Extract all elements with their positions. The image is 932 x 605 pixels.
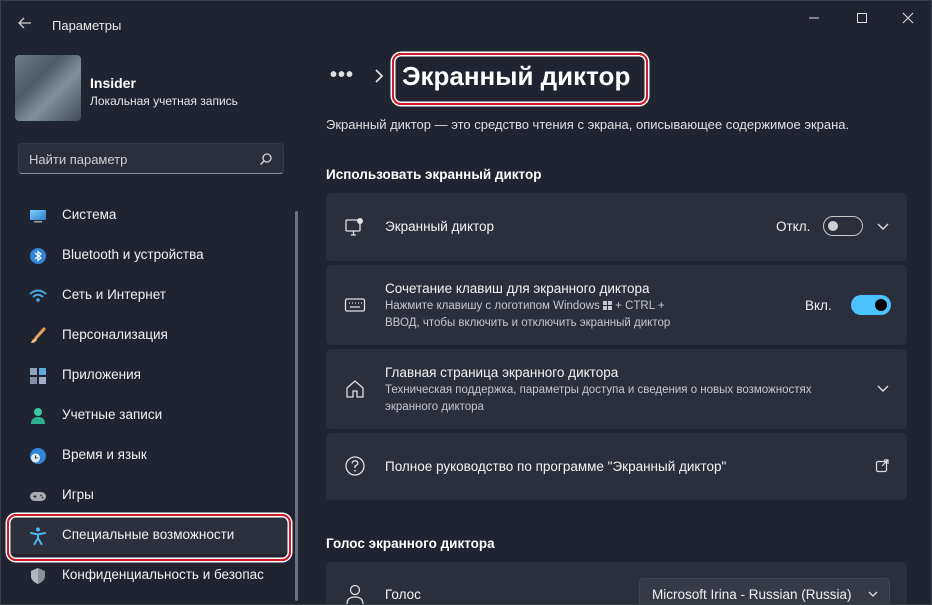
minimize-icon	[809, 17, 819, 19]
narrator-home-title: Главная страница экранного диктора	[385, 365, 619, 380]
display-icon	[30, 210, 46, 223]
toggle-knob	[828, 221, 838, 231]
title-bar: Параметры	[1, 1, 931, 41]
sidebar-item-label: Приложения	[62, 367, 141, 382]
sidebar-item-personalization[interactable]: Персонализация	[7, 316, 291, 354]
annotation-highlight-title	[392, 53, 648, 105]
section-heading-narrator-voice: Голос экранного диктора	[326, 536, 495, 551]
shield-icon	[31, 568, 45, 584]
user-name: Insider	[90, 75, 136, 91]
gamepad-icon	[30, 492, 46, 501]
close-button[interactable]	[885, 1, 931, 35]
account-type: Локальная учетная запись	[90, 94, 238, 108]
narrator-home-card[interactable]: Главная страница экранного диктора Техни…	[326, 349, 907, 429]
brush-icon	[31, 327, 46, 343]
maximize-button[interactable]	[839, 1, 885, 35]
narrator-toggle[interactable]	[823, 216, 863, 236]
sidebar-item-network[interactable]: Сеть и Интернет	[7, 276, 291, 314]
settings-window: Параметры Insider Локальная учетная запи…	[0, 0, 932, 605]
search-input[interactable]	[29, 144, 249, 174]
app-title: Параметры	[52, 18, 122, 33]
sidebar-item-label: Система	[62, 207, 117, 222]
apps-icon	[30, 368, 46, 384]
sidebar-scrollbar[interactable]	[295, 211, 298, 601]
search-icon	[260, 153, 272, 165]
chevron-down-icon[interactable]	[876, 222, 890, 232]
person-icon	[31, 408, 45, 424]
section-heading-use-narrator: Использовать экранный диктор	[326, 167, 542, 182]
close-icon	[902, 12, 914, 24]
minimize-button[interactable]	[791, 1, 837, 35]
sidebar-item-apps[interactable]: Приложения	[7, 356, 291, 394]
narrator-home-subtitle-line1: Техническая поддержка, параметры доступа…	[385, 384, 812, 396]
keyboard-icon	[344, 298, 366, 312]
voice-select[interactable]: Microsoft Irina - Russian (Russia)	[639, 578, 890, 604]
sidebar-item-gaming[interactable]: Игры	[7, 476, 291, 514]
shortcut-state: Вкл.	[805, 298, 832, 313]
shortcut-subtitle-line1-end: + CTRL +	[615, 300, 665, 312]
narrator-home-subtitle-line2: экранного диктора	[385, 401, 484, 413]
narrator-guide-card[interactable]: Полное руководство по программе "Экранны…	[326, 433, 907, 500]
page-description: Экранный диктор — это средство чтения с …	[326, 117, 850, 132]
sidebar-item-label: Конфиденциальность и безопас	[62, 567, 264, 582]
avatar[interactable]	[15, 55, 81, 121]
shortcut-title: Сочетание клавиш для экранного диктора	[385, 281, 650, 296]
sidebar-item-label: Персонализация	[62, 327, 168, 342]
chevron-right-icon	[375, 69, 384, 83]
voice-title: Голос	[385, 587, 421, 602]
narrator-title: Экранный диктор	[385, 219, 495, 234]
toggle-knob	[875, 299, 887, 311]
narrator-guide-title: Полное руководство по программе "Экранны…	[385, 459, 727, 474]
narrator-card[interactable]: Экранный диктор Откл.	[326, 193, 907, 261]
open-external-icon[interactable]	[875, 459, 889, 473]
sidebar-item-label: Bluetooth и устройства	[62, 247, 204, 262]
voice-select-value: Microsoft Irina - Russian (Russia)	[652, 587, 852, 602]
sidebar-item-label: Игры	[62, 487, 94, 502]
sidebar-item-label: Сеть и Интернет	[62, 287, 166, 302]
sidebar-item-system[interactable]: Система	[7, 196, 291, 234]
arrow-left-icon	[18, 17, 31, 29]
home-icon	[346, 380, 364, 398]
windows-logo-icon	[602, 301, 612, 310]
help-icon	[345, 456, 365, 476]
back-button[interactable]	[15, 13, 35, 33]
chevron-down-icon[interactable]	[876, 384, 890, 394]
sidebar-item-accounts[interactable]: Учетные записи	[7, 396, 291, 434]
sidebar-item-label: Учетные записи	[62, 407, 163, 422]
shortcut-toggle[interactable]	[851, 295, 891, 315]
shortcut-subtitle-line2: ВВОД, чтобы включить и отключить экранны…	[385, 317, 671, 329]
sidebar-item-privacy[interactable]: Конфиденциальность и безопас	[7, 556, 291, 594]
sidebar-item-bluetooth[interactable]: Bluetooth и устройства	[7, 236, 291, 274]
shortcut-card: Сочетание клавиш для экранного диктора Н…	[326, 265, 907, 345]
annotation-highlight-accessibility	[7, 514, 291, 561]
maximize-icon	[857, 13, 867, 23]
search-box[interactable]	[18, 143, 284, 174]
sidebar-item-time-language[interactable]: Время и язык	[7, 436, 291, 474]
bluetooth-icon	[30, 248, 46, 264]
shortcut-subtitle: Нажмите клавишу с логотипом Windows + CT…	[385, 298, 670, 332]
narrator-icon	[345, 218, 363, 236]
narrator-home-subtitle: Техническая поддержка, параметры доступа…	[385, 382, 812, 416]
shortcut-subtitle-line1: Нажмите клавишу с логотипом Windows	[385, 300, 600, 312]
person-voice-icon	[346, 584, 364, 604]
chevron-down-icon	[868, 591, 878, 597]
sidebar-item-label: Время и язык	[62, 447, 147, 462]
globe-clock-icon	[30, 448, 46, 464]
breadcrumb-more-button[interactable]: •••	[330, 64, 354, 87]
narrator-state: Откл.	[776, 219, 811, 234]
wifi-icon	[29, 289, 47, 302]
